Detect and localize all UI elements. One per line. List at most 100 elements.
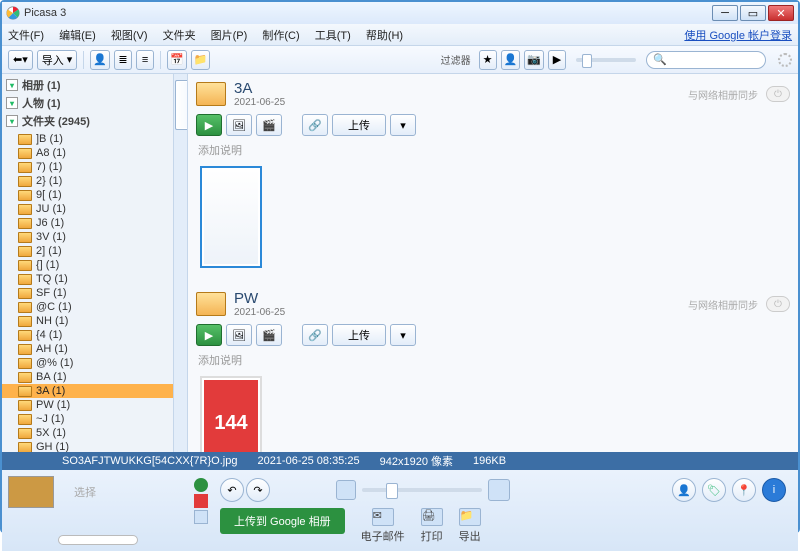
- clear-tray-button[interactable]: [194, 494, 208, 508]
- section-date: 2021-06-25: [234, 307, 285, 318]
- sidebar-folder-item[interactable]: 5X (1): [2, 426, 173, 440]
- folder-icon: [18, 442, 32, 453]
- folder-label: 2} (1): [36, 175, 62, 187]
- tree-group-folders[interactable]: ▾文件夹 (2945): [6, 112, 169, 130]
- filter-geo-button[interactable]: 📷: [524, 50, 544, 70]
- play-slideshow-button[interactable]: ▶: [196, 114, 222, 136]
- sidebar-folder-item[interactable]: 9[ (1): [2, 188, 173, 202]
- folder-label: AH (1): [36, 343, 68, 355]
- view-timeline-button[interactable]: 📅: [167, 50, 187, 70]
- folder-icon: [18, 218, 32, 229]
- upload-dropdown[interactable]: ▾: [390, 324, 416, 346]
- filter-face-button[interactable]: 👤: [501, 50, 521, 70]
- search-input[interactable]: 🔍: [646, 51, 766, 69]
- email-button[interactable]: ✉电子邮件: [361, 508, 405, 544]
- sidebar-folder-item[interactable]: PW (1): [2, 398, 173, 412]
- menu-create[interactable]: 制作(C): [262, 30, 299, 42]
- folder-label: 7) (1): [36, 161, 62, 173]
- sidebar-folder-item[interactable]: ~J (1): [2, 412, 173, 426]
- sidebar-folder-item[interactable]: JU (1): [2, 202, 173, 216]
- tree-group-people[interactable]: ▾人物 (1): [6, 94, 169, 112]
- menu-view[interactable]: 视图(V): [111, 30, 148, 42]
- sync-toggle[interactable]: ⏻: [766, 86, 790, 102]
- upload-google-button[interactable]: 上传到 Google 相册: [220, 508, 345, 534]
- sidebar-folder-item[interactable]: SF (1): [2, 286, 173, 300]
- share-button[interactable]: 🔗: [302, 324, 328, 346]
- info-button[interactable]: i: [762, 478, 786, 502]
- upload-button[interactable]: 上传: [332, 114, 386, 136]
- sidebar-folder-item[interactable]: 3V (1): [2, 230, 173, 244]
- menu-help[interactable]: 帮助(H): [366, 30, 403, 42]
- back-button[interactable]: ⬅▾: [8, 50, 33, 70]
- play-slideshow-button[interactable]: ▶: [196, 324, 222, 346]
- menu-tools[interactable]: 工具(T): [315, 30, 351, 42]
- tray-handle[interactable]: [58, 535, 138, 545]
- filter-star-button[interactable]: ★: [479, 50, 497, 70]
- zoom-large-button[interactable]: [488, 479, 510, 501]
- sidebar-folder-item[interactable]: {] (1): [2, 258, 173, 272]
- date-slider[interactable]: [576, 58, 636, 62]
- sidebar-folder-item[interactable]: GH (1): [2, 440, 173, 452]
- folder-label: TQ (1): [36, 273, 68, 285]
- folder-icon: [18, 428, 32, 439]
- folder-icon: [18, 232, 32, 243]
- tray-thumbnail[interactable]: [8, 476, 54, 508]
- tag-button[interactable]: 🏷: [702, 478, 726, 502]
- view-flat-button[interactable]: ≡: [136, 50, 154, 70]
- menu-folder[interactable]: 文件夹: [163, 30, 196, 42]
- create-movie-button[interactable]: 🎬: [256, 324, 282, 346]
- sidebar-folder-item[interactable]: @% (1): [2, 356, 173, 370]
- geo-tag-button[interactable]: 📍: [732, 478, 756, 502]
- hold-button[interactable]: [194, 478, 208, 492]
- photo-thumbnail[interactable]: [200, 166, 262, 268]
- maximize-button[interactable]: ▭: [740, 5, 766, 21]
- sidebar-folder-item[interactable]: @C (1): [2, 300, 173, 314]
- upload-dropdown[interactable]: ▾: [390, 114, 416, 136]
- sidebar-folder-item[interactable]: A8 (1): [2, 146, 173, 160]
- folder-label: ~J (1): [36, 413, 64, 425]
- sidebar-folder-item[interactable]: ]B (1): [2, 132, 173, 146]
- sync-toggle[interactable]: ⏻: [766, 296, 790, 312]
- sidebar-folder-item[interactable]: 2] (1): [2, 244, 173, 258]
- minimize-button[interactable]: ─: [712, 5, 738, 21]
- close-button[interactable]: ✕: [768, 5, 794, 21]
- add-description[interactable]: 添加说明: [194, 140, 792, 164]
- sidebar-folder-item[interactable]: 2} (1): [2, 174, 173, 188]
- section-name: 3A: [234, 80, 285, 97]
- folder-label: J6 (1): [36, 217, 64, 229]
- rotate-cw-button[interactable]: ↷: [246, 478, 270, 502]
- signin-link[interactable]: 使用 Google 帐户登录: [684, 27, 792, 43]
- export-button[interactable]: 📁导出: [459, 508, 481, 544]
- rotate-ccw-button[interactable]: ↶: [220, 478, 244, 502]
- sidebar-folder-item[interactable]: {4 (1): [2, 328, 173, 342]
- create-collage-button[interactable]: 🖼: [226, 114, 252, 136]
- view-tree-button[interactable]: 📁: [191, 50, 211, 70]
- tag-people-button[interactable]: 👤: [672, 478, 696, 502]
- view-people-button[interactable]: 👤: [90, 50, 110, 70]
- add-description[interactable]: 添加说明: [194, 350, 792, 374]
- sidebar-folder-item[interactable]: NH (1): [2, 314, 173, 328]
- view-list-button[interactable]: ≣: [114, 50, 132, 70]
- menu-picture[interactable]: 图片(P): [211, 30, 248, 42]
- sidebar-folder-item[interactable]: 3A (1): [2, 384, 173, 398]
- upload-button[interactable]: 上传: [332, 324, 386, 346]
- menu-edit[interactable]: 编辑(E): [59, 30, 96, 42]
- menu-file[interactable]: 文件(F): [8, 30, 44, 42]
- sidebar-folder-item[interactable]: TQ (1): [2, 272, 173, 286]
- sidebar-folder-item[interactable]: BA (1): [2, 370, 173, 384]
- create-collage-button[interactable]: 🖼: [226, 324, 252, 346]
- photo-thumbnail[interactable]: 144: [200, 376, 262, 452]
- share-button[interactable]: 🔗: [302, 114, 328, 136]
- print-button[interactable]: 🖨打印: [421, 508, 443, 544]
- add-tray-button[interactable]: [194, 510, 208, 524]
- sidebar-folder-item[interactable]: AH (1): [2, 342, 173, 356]
- import-button[interactable]: 导入 ▾: [37, 50, 78, 70]
- zoom-small-button[interactable]: [336, 480, 356, 500]
- sidebar-scrollbar[interactable]: [173, 74, 187, 452]
- thumbnail-size-slider[interactable]: [362, 488, 482, 492]
- sidebar-folder-item[interactable]: 7) (1): [2, 160, 173, 174]
- create-movie-button[interactable]: 🎬: [256, 114, 282, 136]
- filter-movie-button[interactable]: ▶: [548, 50, 566, 70]
- sidebar-folder-item[interactable]: J6 (1): [2, 216, 173, 230]
- tree-group-albums[interactable]: ▾相册 (1): [6, 76, 169, 94]
